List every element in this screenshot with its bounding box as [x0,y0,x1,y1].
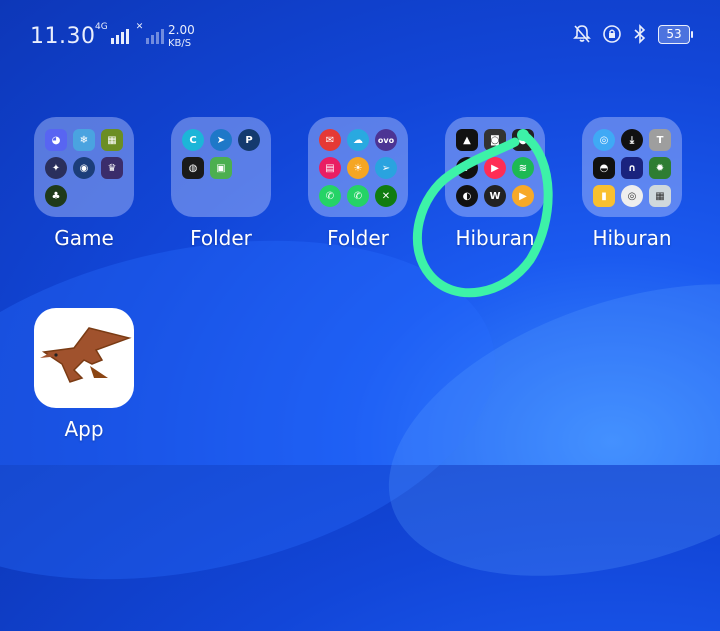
speed-value: 2.00 [168,23,195,37]
app-icon: T [649,129,671,151]
no-sim-icon: ✕ [135,22,144,32]
game-icon: ✦ [45,157,67,179]
app-label: App [64,417,104,441]
folder-label: Hiburan [455,226,535,250]
status-bar: 11.30 4G ✕ 2.00 KB/S 53 [0,18,720,58]
game-icon: ◉ [73,157,95,179]
app-icon: ● [512,129,534,151]
app-icon: ➤ [210,129,232,151]
app-icon: ▤ [319,157,341,179]
signal-bars-icon [110,26,129,44]
whatsapp-icon: ✆ [319,185,341,207]
picsart-icon: P [238,129,260,151]
network-type: 4G [95,22,108,32]
canva-icon: C [182,129,204,151]
app-icon: ☁ [347,129,369,151]
weather-icon: ☀ [347,157,369,179]
minecraft-icon: ▦ [101,129,123,151]
game-icon: ♛ [101,157,123,179]
mute-bell-icon [573,25,591,43]
folder-label: Hiburan [592,226,672,250]
ice-age-icon: ❄ [73,129,95,151]
folder-folder-2[interactable]: ✉ ☁ ovo ▤ ☀ ➢ ✆ ✆ ✕ Folder [308,117,408,250]
folder-folder-1[interactable]: C ➤ P ◍ ▣ Folder [171,117,271,250]
fingerprint-icon: ◎ [621,185,643,207]
game-icon: ♣ [45,185,67,207]
folder-preview: ▲ ◙ ● ♪ ▶ ≋ ◐ W ▶ [445,117,545,217]
app-icon: ▣ [210,157,232,179]
app-shortcut[interactable]: App [34,308,134,441]
folder-preview: ◎ ⤓ T ◓ ∩ ✹ ▮ ◎ ▦ [582,117,682,217]
rotation-lock-icon [603,25,621,43]
folder-label: Folder [190,226,252,250]
gear-icon: ✹ [649,157,671,179]
app-icon: ▮ [593,185,615,207]
github-icon: ◓ [593,157,615,179]
folder-label: Game [54,226,114,250]
headphones-icon: ∩ [621,157,643,179]
app-icon: ▶ [512,185,534,207]
signal-bars-icon [146,26,165,44]
spotify-icon: ≋ [512,157,534,179]
app-icon: ✉ [319,129,341,151]
app-icon: W [484,185,506,207]
app-icon: ◎ [593,129,615,151]
folder-preview: ✉ ☁ ovo ▤ ☀ ➢ ✆ ✆ ✕ [308,117,408,217]
app-icon: ▲ [456,129,478,151]
app-icon: ◍ [182,157,204,179]
app-icon: ◙ [484,129,506,151]
ovo-icon: ovo [375,129,397,151]
network-speed: 2.00 KB/S [168,24,195,50]
status-time: 11.30 [30,24,96,49]
app-icon: ◐ [456,185,478,207]
app-icon: ▦ [649,185,671,207]
folder-game[interactable]: ◕ ❄ ▦ ✦ ◉ ♛ ♣ Game [34,117,134,250]
folder-hiburan-1[interactable]: ▲ ◙ ● ♪ ▶ ≋ ◐ W ▶ Hiburan [445,117,545,250]
music-icon: ▶ [484,157,506,179]
network-indicator: 4G ✕ [95,22,165,44]
folder-hiburan-2[interactable]: ◎ ⤓ T ◓ ∩ ✹ ▮ ◎ ▦ Hiburan [582,117,682,250]
folder-label: Folder [327,226,389,250]
pterodactyl-icon [34,308,134,408]
app-icon: ♪ [456,157,478,179]
xbox-icon: ✕ [375,185,397,207]
battery-icon: 53 [658,24,693,44]
download-icon: ⤓ [621,129,643,151]
telegram-icon: ➢ [375,157,397,179]
folder-preview: ◕ ❄ ▦ ✦ ◉ ♛ ♣ [34,117,134,217]
whatsapp-icon: ✆ [347,185,369,207]
folder-preview: C ➤ P ◍ ▣ [171,117,271,217]
discord-icon: ◕ [45,129,67,151]
speed-unit: KB/S [168,38,192,49]
bluetooth-icon [634,24,646,44]
